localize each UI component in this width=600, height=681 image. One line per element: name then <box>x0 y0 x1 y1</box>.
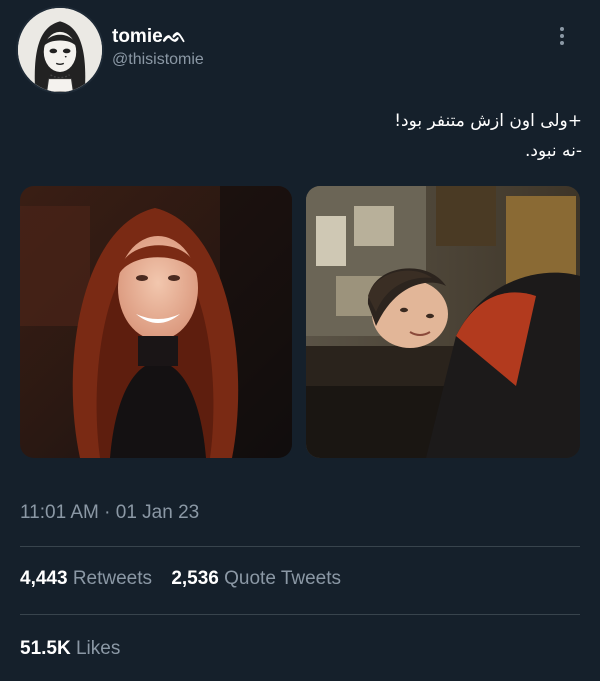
timestamp-separator: · <box>104 502 111 523</box>
name-glyph: ᨒ <box>162 26 187 47</box>
likes-label: Likes <box>75 638 121 659</box>
tweet-stats: 4,443 Retweets 2,536 Quote Tweets <box>20 568 355 590</box>
tweet-photo-1[interactable] <box>20 186 292 458</box>
tweet-date: 01 Jan 23 <box>115 502 200 523</box>
user-handle[interactable]: @thisistomie <box>112 51 204 69</box>
tweet-text: +ولی اون ازش متنفر بود! -نه نبود. <box>394 106 582 166</box>
tweet-time: 11:01 AM <box>20 502 99 523</box>
avatar[interactable] <box>16 6 104 94</box>
retweets-count: 4,443 <box>20 568 68 589</box>
quote-tweets-count: 2,536 <box>171 568 219 589</box>
divider <box>20 614 580 615</box>
tweet-photo-2[interactable] <box>306 186 580 458</box>
manga-portrait-avatar-icon <box>18 8 102 92</box>
tweet-timestamp[interactable]: 11:01 AM · 01 Jan 23 <box>20 502 199 524</box>
more-options-icon[interactable] <box>554 24 570 48</box>
quote-tweets-label: Quote Tweets <box>224 568 342 589</box>
display-name[interactable]: tomieᨒ <box>112 26 186 48</box>
divider <box>20 546 580 547</box>
display-name-text: tomie <box>112 26 163 47</box>
likes-stat[interactable]: 51.5K Likes <box>20 638 120 660</box>
retweets-stat[interactable]: 4,443 Retweets <box>20 568 152 590</box>
photo-man-leaning-on-desk-icon <box>306 186 580 458</box>
photo-woman-red-hair-smiling-icon <box>20 186 292 458</box>
likes-count: 51.5K <box>20 638 71 659</box>
quote-tweets-stat[interactable]: 2,536 Quote Tweets <box>171 568 341 590</box>
tweet-line: +ولی اون ازش متنفر بود! <box>394 111 582 131</box>
tweet-line: -نه نبود. <box>524 141 582 161</box>
retweets-label: Retweets <box>72 568 153 589</box>
